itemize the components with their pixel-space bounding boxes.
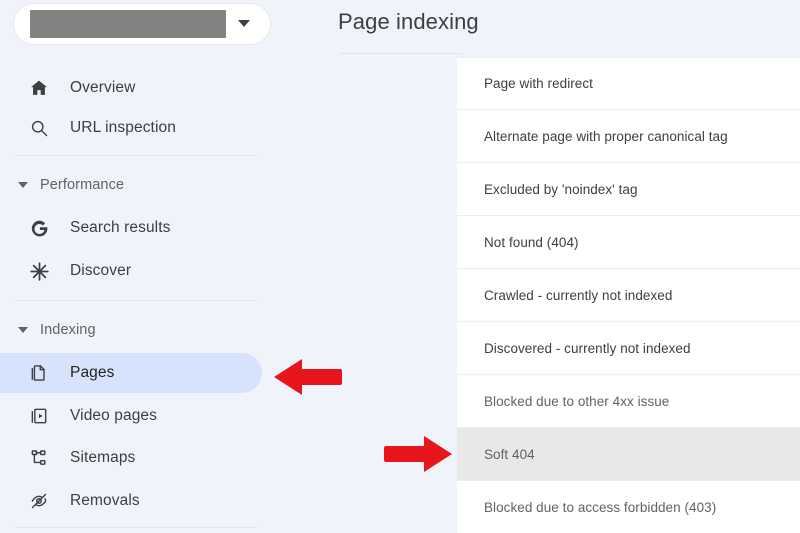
asterisk-icon: [26, 259, 52, 283]
google-g-icon: [26, 216, 52, 240]
sidebar-section-label: Indexing: [40, 322, 96, 338]
table-row-label: Blocked due to access forbidden (403): [484, 499, 717, 515]
arrow-pointing-at-pages: [272, 355, 344, 404]
account-tree-icon: [26, 446, 52, 470]
table-row-label: Not found (404): [484, 234, 579, 250]
property-selector[interactable]: [14, 4, 270, 44]
sidebar-item-label: URL inspection: [70, 119, 176, 136]
table-row-label: Soft 404: [484, 446, 535, 462]
eye-off-icon: [26, 489, 52, 513]
sidebar-item-sitemaps[interactable]: Sitemaps: [0, 438, 262, 478]
table-row-label: Alternate page with proper canonical tag: [484, 128, 728, 144]
sidebar-item-label: Pages: [70, 364, 115, 381]
property-name-redacted: [30, 10, 226, 38]
sidebar-item-discover[interactable]: Discover: [0, 251, 262, 291]
table-row[interactable]: Blocked due to access forbidden (403): [457, 481, 800, 533]
sidebar-section-indexing[interactable]: Indexing: [18, 319, 96, 341]
table-row[interactable]: Page with redirect: [457, 57, 800, 110]
table-row-label: Discovered - currently not indexed: [484, 340, 691, 356]
sidebar-item-url-inspection[interactable]: URL inspection: [0, 108, 262, 148]
table-row[interactable]: Blocked due to other 4xx issue: [457, 375, 800, 428]
table-row-label: Excluded by 'noindex' tag: [484, 181, 638, 197]
header-divider: [340, 53, 462, 54]
sidebar-section-label: Performance: [40, 177, 125, 193]
sidebar-item-label: Sitemaps: [70, 449, 136, 466]
table-row-label: Page with redirect: [484, 76, 593, 91]
sidebar-item-label: Search results: [70, 219, 171, 236]
sidebar-divider-0: [14, 155, 257, 156]
sidebar-item-overview[interactable]: Overview: [0, 68, 262, 108]
sidebar-divider-1: [14, 300, 257, 301]
sidebar-item-removals[interactable]: Removals: [0, 481, 262, 521]
table-row[interactable]: Alternate page with proper canonical tag: [457, 110, 800, 163]
arrow-pointing-at-soft-404: [368, 432, 454, 481]
sidebar-divider-2: [14, 527, 257, 528]
sidebar: Overview URL inspection Performance Search …: [0, 0, 305, 533]
sidebar-item-search-results[interactable]: Search results: [0, 208, 262, 248]
sidebar-item-video-pages[interactable]: Video pages: [0, 396, 262, 436]
table-row[interactable]: Crawled - currently not indexed: [457, 269, 800, 322]
table-row-label: Crawled - currently not indexed: [484, 287, 673, 303]
home-icon: [26, 76, 52, 100]
sidebar-item-label: Video pages: [70, 407, 158, 424]
table-row[interactable]: Not found (404): [457, 216, 800, 269]
page-indexing-reason-table: Page with redirect Alternate page with pr…: [457, 57, 800, 533]
table-row-label: Blocked due to other 4xx issue: [484, 393, 670, 409]
table-row[interactable]: Soft 404: [457, 428, 800, 481]
chevron-down-icon: [238, 20, 250, 27]
sidebar-item-pages[interactable]: Pages: [0, 353, 262, 393]
sidebar-item-label: Removals: [70, 492, 140, 509]
chevron-down-icon: [18, 327, 28, 333]
sidebar-section-performance[interactable]: Performance: [18, 174, 124, 196]
search-console-window: Overview URL inspection Performance Search …: [0, 0, 800, 533]
table-row[interactable]: Excluded by 'noindex' tag: [457, 163, 800, 216]
table-row[interactable]: Discovered - currently not indexed: [457, 322, 800, 375]
page-title: Page indexing: [338, 9, 479, 34]
search-icon: [26, 116, 52, 140]
chevron-down-icon: [18, 182, 28, 188]
video-pages-icon: [26, 404, 52, 428]
sidebar-item-label: Discover: [70, 262, 132, 279]
pages-copy-icon: [26, 361, 52, 385]
sidebar-item-label: Overview: [70, 79, 136, 96]
